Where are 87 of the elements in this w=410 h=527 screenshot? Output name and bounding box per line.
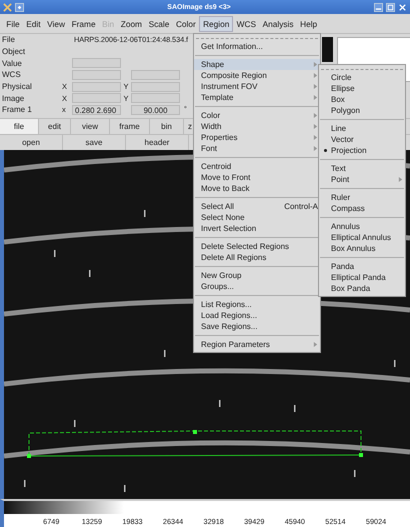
menu-item[interactable]: Move to Back xyxy=(194,183,320,194)
minimize-icon[interactable] xyxy=(374,2,383,12)
menu-item[interactable]: Region xyxy=(199,16,234,32)
menu-item[interactable]: Annulus xyxy=(319,221,405,232)
y-field xyxy=(131,93,180,104)
menu-item[interactable]: Zoom xyxy=(117,16,146,32)
menu-item[interactable]: Elliptical Panda xyxy=(319,272,405,283)
menu-item[interactable]: Move to Front xyxy=(194,172,320,183)
menu-item[interactable]: Polygon xyxy=(319,105,405,116)
maximize-icon[interactable] xyxy=(386,2,395,12)
menu-item[interactable]: Box xyxy=(319,94,405,105)
app-icon xyxy=(3,2,12,12)
menu-item[interactable]: Frame xyxy=(68,16,99,32)
menu-item[interactable]: Analysis xyxy=(259,16,297,32)
value-field xyxy=(72,58,121,68)
menu-item[interactable]: Point xyxy=(319,174,405,185)
menu-item[interactable]: Circle xyxy=(319,72,405,83)
menu-item[interactable]: Elliptical Annulus xyxy=(319,232,405,243)
emission-line-mark xyxy=(354,470,356,477)
menu-item[interactable]: Instrument FOV xyxy=(194,81,320,92)
emission-line-mark xyxy=(54,250,56,257)
menu-item[interactable]: Scale xyxy=(145,16,173,32)
x-field xyxy=(72,93,121,104)
field-label: WCS xyxy=(2,70,22,80)
projection-region-drawing[interactable] xyxy=(27,430,363,458)
menu-item[interactable]: Compass xyxy=(319,203,405,214)
close-icon[interactable] xyxy=(398,2,407,12)
field-label: Frame 1 xyxy=(2,105,33,114)
menu-item[interactable]: Box Panda xyxy=(319,283,405,294)
menu-item[interactable]: Width xyxy=(194,121,320,132)
menu-item[interactable]: Groups... xyxy=(194,281,320,292)
wcs-field xyxy=(72,70,121,80)
menu-item[interactable]: Ruler xyxy=(319,192,405,203)
menu-item[interactable]: Font xyxy=(194,143,320,154)
menu-item[interactable]: Panda xyxy=(319,261,405,272)
x-field xyxy=(72,82,121,92)
field-label: Object xyxy=(2,47,26,56)
menu-item[interactable]: Edit xyxy=(22,16,44,32)
menu-item[interactable]: List Regions... xyxy=(194,299,320,310)
menu-item[interactable]: Select None xyxy=(194,212,320,223)
menu-item[interactable]: Color xyxy=(194,110,320,121)
emission-line-mark xyxy=(294,405,296,412)
menu-item[interactable]: Composite Region xyxy=(194,70,320,81)
emission-line-mark xyxy=(219,400,220,407)
menu-item[interactable]: Help xyxy=(296,16,320,32)
menu-item[interactable]: Template xyxy=(194,92,320,103)
menu-item[interactable]: File xyxy=(3,16,23,32)
emission-line-mark xyxy=(394,360,396,367)
menu-item[interactable]: Line xyxy=(319,123,405,134)
submenu-arrow-icon xyxy=(313,342,318,347)
shortcut-label: Control-A xyxy=(284,201,318,212)
panner-view xyxy=(322,37,333,62)
menu-item[interactable]: Ellipse xyxy=(319,83,405,94)
menu-item[interactable]: WCS xyxy=(233,16,260,32)
menu-item[interactable]: Centroid xyxy=(194,161,320,172)
emission-line-mark xyxy=(74,420,76,427)
wcs-field xyxy=(131,70,180,80)
window-menu-icon[interactable] xyxy=(15,2,24,12)
emission-line-mark xyxy=(164,350,166,357)
emission-line-mark xyxy=(144,210,146,217)
menu-item[interactable]: Delete All Regions xyxy=(194,252,320,263)
field-label: Physical xyxy=(2,82,33,92)
menu-item[interactable]: Load Regions... xyxy=(194,310,320,321)
field-label: Value xyxy=(2,58,23,68)
menu-item[interactable]: Shape xyxy=(194,59,320,70)
menu-item[interactable]: Properties xyxy=(194,132,320,143)
menu-item[interactable]: New Group xyxy=(194,270,320,281)
y-field xyxy=(131,82,180,92)
emission-line-mark xyxy=(89,270,90,277)
emission-line-mark xyxy=(124,485,126,492)
field-label: Image xyxy=(2,94,26,103)
menu-item[interactable]: Projection xyxy=(319,145,405,156)
menu-item[interactable]: Region Parameters xyxy=(194,339,320,350)
menu-item[interactable]: Get Information... xyxy=(194,41,320,52)
menu-item[interactable]: Vector xyxy=(319,134,405,145)
menu-item[interactable]: Box Annulus xyxy=(319,243,405,254)
emission-line-mark xyxy=(24,480,26,487)
submenu-arrow-icon xyxy=(398,177,403,182)
menu-item[interactable]: Save Regions... xyxy=(194,321,320,332)
menu-item[interactable]: Delete Selected Regions xyxy=(194,241,320,252)
menu-item[interactable]: Invert Selection xyxy=(194,223,320,234)
menu-item[interactable]: View xyxy=(44,16,68,32)
menu-item[interactable]: Color xyxy=(172,16,200,32)
button-bar-tab[interactable]: file xyxy=(0,119,39,134)
menu-item[interactable]: Text xyxy=(319,163,405,174)
menu-item[interactable]: Select All Control-A xyxy=(194,201,320,212)
field-label: File xyxy=(2,35,16,44)
